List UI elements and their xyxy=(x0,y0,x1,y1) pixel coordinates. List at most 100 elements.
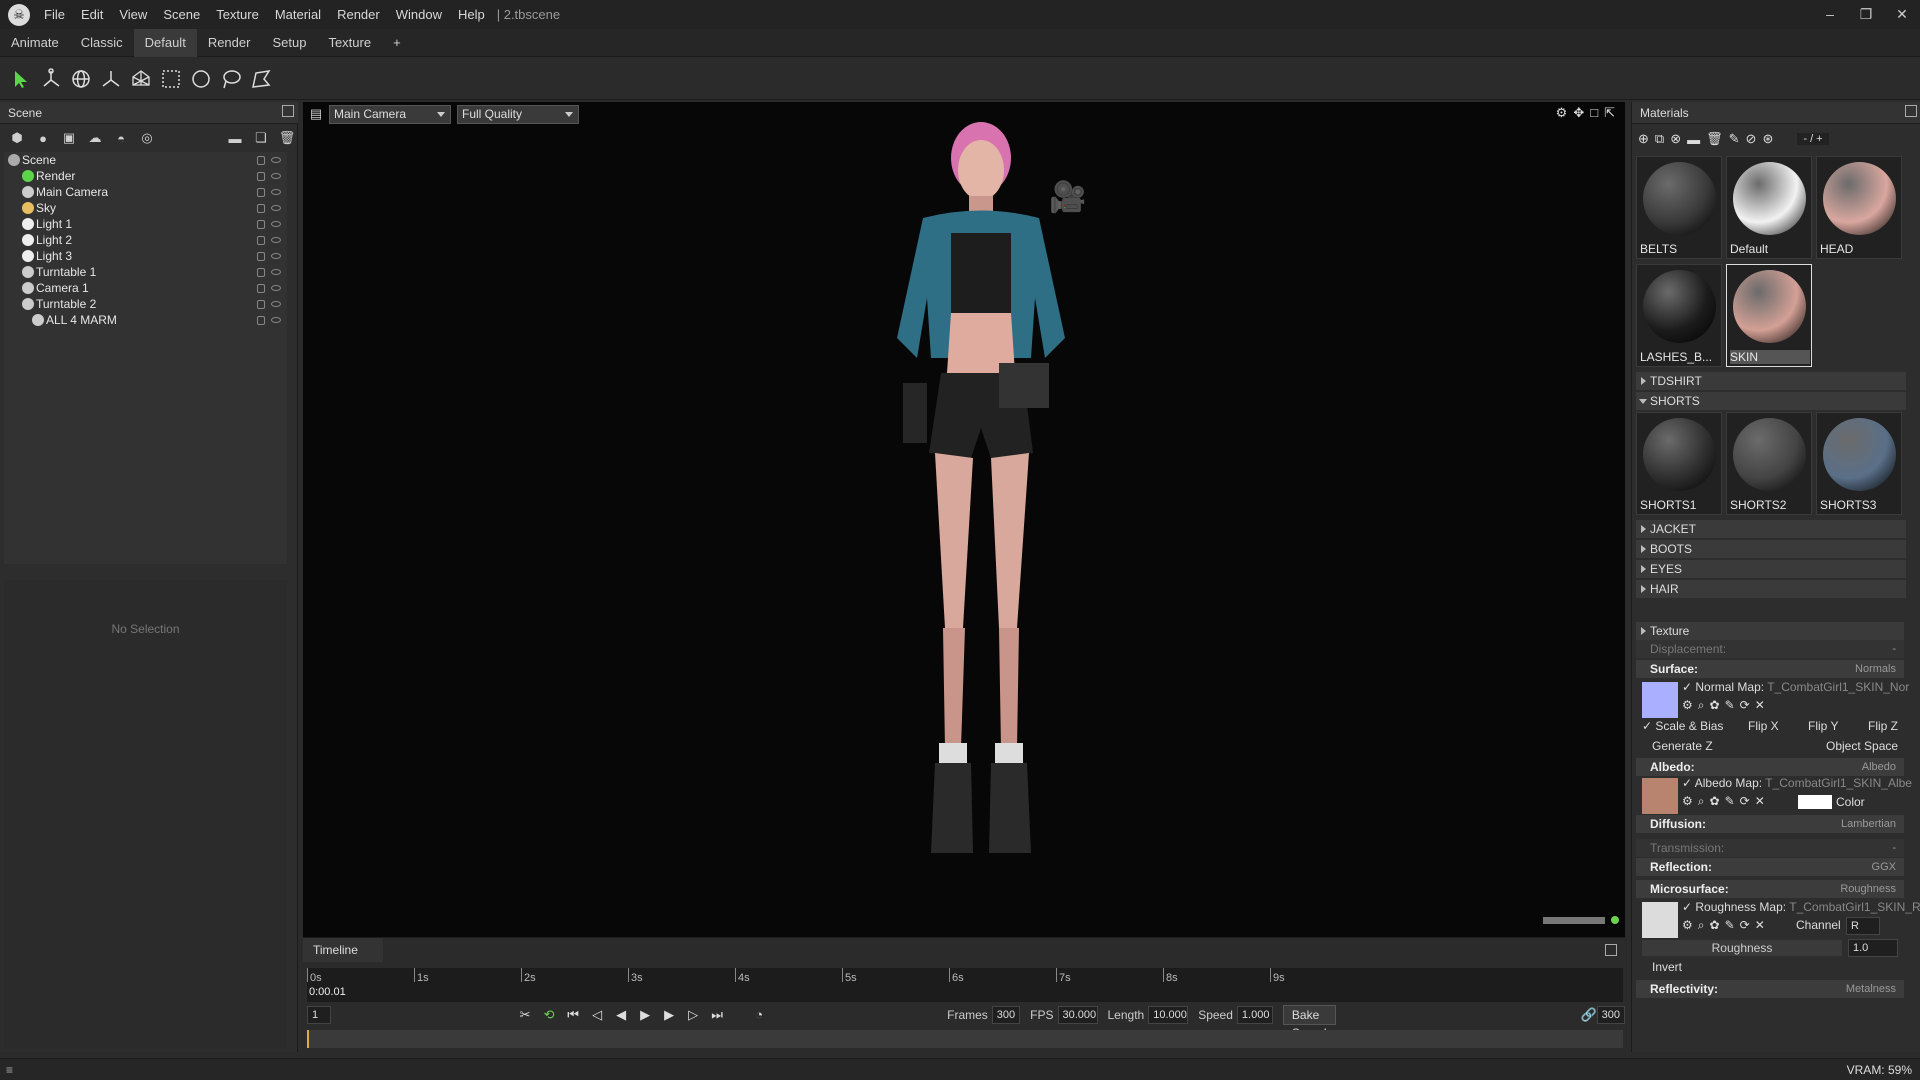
material-group-boots[interactable]: BOOTS xyxy=(1636,540,1906,558)
quality-dropdown[interactable]: Full Quality xyxy=(457,104,579,124)
search-icon[interactable]: ⌕ xyxy=(1698,698,1705,713)
visibility-icon[interactable] xyxy=(271,221,281,227)
refresh-icon[interactable]: ⊛ xyxy=(1762,131,1773,147)
lasso-icon[interactable] xyxy=(216,64,246,94)
tree-item[interactable]: Turntable 1 xyxy=(4,264,287,280)
timeline-ruler[interactable]: 0:00.01 0s 1s 2s 3s 4s 5s 6s 7s 8s 9s xyxy=(307,968,1623,1002)
normal-map-swatch[interactable] xyxy=(1642,682,1678,718)
material-thumbnail[interactable]: SHORTS2 xyxy=(1726,412,1812,515)
tab-classic[interactable]: Classic xyxy=(70,29,134,57)
tree-item[interactable]: Turntable 2 xyxy=(4,296,287,312)
menu-help[interactable]: Help xyxy=(450,7,493,22)
surface-value[interactable]: Normals xyxy=(1855,660,1896,678)
add-shadow-catcher-icon[interactable]: ◓ xyxy=(110,128,132,148)
object-space-checkbox[interactable]: Object Space xyxy=(1826,739,1898,753)
bake-speed-button[interactable]: Bake Speed xyxy=(1282,1005,1337,1040)
play-icon[interactable]: ▶ xyxy=(633,1007,657,1023)
length-field[interactable]: 10.000 xyxy=(1148,1006,1189,1024)
tree-item[interactable]: Render xyxy=(4,168,287,184)
transmission-value[interactable]: - xyxy=(1892,839,1896,857)
paint-icon[interactable]: ✿ xyxy=(1710,918,1720,933)
close-button[interactable]: ✕ xyxy=(1884,0,1920,29)
visibility-icon[interactable] xyxy=(271,237,281,243)
speed-dial-icon[interactable]: ◔ xyxy=(747,1007,771,1023)
popout-icon[interactable]: ⇱ xyxy=(1604,105,1615,121)
folder-icon[interactable]: ▬ xyxy=(224,128,246,148)
refresh-icon[interactable]: ⟳ xyxy=(1740,918,1750,933)
tree-item[interactable]: Camera 1 xyxy=(4,280,287,296)
refresh-icon[interactable]: ⟳ xyxy=(1740,794,1750,809)
reflection-value[interactable]: GGX xyxy=(1872,858,1896,876)
pencil-icon[interactable]: ✎ xyxy=(1725,698,1735,713)
material-thumbnail[interactable]: SHORTS3 xyxy=(1816,412,1902,515)
lock-icon[interactable] xyxy=(257,284,265,293)
move-view-icon[interactable]: ✥ xyxy=(1573,105,1584,121)
visibility-icon[interactable] xyxy=(271,269,281,275)
lock-icon[interactable] xyxy=(257,188,265,197)
menu-file[interactable]: File xyxy=(36,7,73,22)
current-frame-field[interactable]: 1 xyxy=(307,1006,332,1024)
gear-icon[interactable]: ⚙ xyxy=(1682,698,1693,713)
cut-icon[interactable]: ✂ xyxy=(513,1007,537,1023)
close-icon[interactable]: ✕ xyxy=(1755,918,1765,933)
pencil-icon[interactable]: ✎ xyxy=(1725,918,1735,933)
lock-icon[interactable] xyxy=(257,252,265,261)
paint-icon[interactable]: ✿ xyxy=(1710,698,1720,713)
search-icon[interactable]: ⌕ xyxy=(1698,918,1705,933)
reflectivity-section[interactable]: Reflectivity: Metalness xyxy=(1636,980,1904,998)
microsurface-value[interactable]: Roughness xyxy=(1840,880,1896,898)
microsurface-section[interactable]: Microsurface: Roughness xyxy=(1636,880,1904,898)
material-thumbnail[interactable]: Default xyxy=(1726,156,1812,259)
camera-dropdown[interactable]: Main Camera xyxy=(329,104,451,124)
close-icon[interactable]: ✕ xyxy=(1755,698,1765,713)
reflection-section[interactable]: Reflection: GGX xyxy=(1636,858,1904,876)
tree-item[interactable]: Light 3 xyxy=(4,248,287,264)
refresh-icon[interactable]: ⟳ xyxy=(1740,698,1750,713)
minimize-button[interactable]: – xyxy=(1812,0,1848,29)
tab-add[interactable]: + xyxy=(382,29,412,57)
color-swatch[interactable] xyxy=(1798,795,1832,809)
loop-icon[interactable]: ⟲ xyxy=(537,1007,561,1023)
add-object-icon[interactable]: ⬢ xyxy=(6,128,28,148)
visibility-icon[interactable] xyxy=(271,285,281,291)
visibility-icon[interactable] xyxy=(271,157,281,163)
camera-gizmo-icon[interactable]: 🎥 xyxy=(1049,180,1086,215)
delete-icon[interactable]: 🗑 xyxy=(276,128,298,148)
visibility-icon[interactable] xyxy=(271,317,281,323)
popout-icon[interactable] xyxy=(282,105,294,117)
menu-material[interactable]: Material xyxy=(267,7,329,22)
paint-icon[interactable]: ✿ xyxy=(1710,794,1720,809)
timeline-scrubber[interactable] xyxy=(307,1030,1623,1048)
next-key-icon[interactable]: ▷ xyxy=(681,1007,705,1023)
duplicate-icon[interactable]: ❏ xyxy=(250,128,272,148)
prev-key-icon[interactable]: ◁ xyxy=(585,1007,609,1023)
visibility-icon[interactable] xyxy=(271,301,281,307)
flip-y-checkbox[interactable]: Flip Y xyxy=(1808,719,1838,733)
material-thumbnail[interactable]: BELTS xyxy=(1636,156,1722,259)
menu-window[interactable]: Window xyxy=(388,7,450,22)
flip-z-checkbox[interactable]: Flip Z xyxy=(1868,719,1898,733)
lock-icon[interactable] xyxy=(257,316,265,325)
end-frame-field[interactable]: 300 xyxy=(1596,1006,1625,1024)
picker-icon[interactable]: ✎ xyxy=(1729,131,1740,147)
tab-render[interactable]: Render xyxy=(197,29,262,57)
channel-dropdown[interactable]: R xyxy=(1846,917,1880,935)
tab-texture[interactable]: Texture xyxy=(317,29,382,57)
frames-field[interactable]: 300 xyxy=(991,1006,1021,1024)
diffusion-value[interactable]: Lambertian xyxy=(1841,815,1896,833)
lock-icon[interactable] xyxy=(257,268,265,277)
viewport[interactable]: ▤ Main Camera Full Quality ⚙ ✥ □ ⇱ 🎥 xyxy=(303,102,1625,937)
step-forward-icon[interactable]: ▶ xyxy=(657,1007,681,1023)
step-back-icon[interactable]: ◀ xyxy=(609,1007,633,1023)
material-thumbnail[interactable]: SHORTS1 xyxy=(1636,412,1722,515)
material-group-tdshirt[interactable]: TDSHIRT xyxy=(1636,372,1906,390)
folder-icon[interactable]: ▬ xyxy=(1687,132,1700,147)
displacement-section[interactable]: Displacement: - xyxy=(1636,640,1904,658)
menu-texture[interactable]: Texture xyxy=(208,7,267,22)
gear-icon[interactable]: ⚙ xyxy=(1682,794,1693,809)
mesh-icon[interactable] xyxy=(126,64,156,94)
rect-select-icon[interactable] xyxy=(156,64,186,94)
add-light-icon[interactable]: ● xyxy=(32,128,54,148)
albedo-section[interactable]: Albedo: Albedo xyxy=(1636,758,1904,776)
tree-item[interactable]: ALL 4 MARM xyxy=(4,312,287,328)
